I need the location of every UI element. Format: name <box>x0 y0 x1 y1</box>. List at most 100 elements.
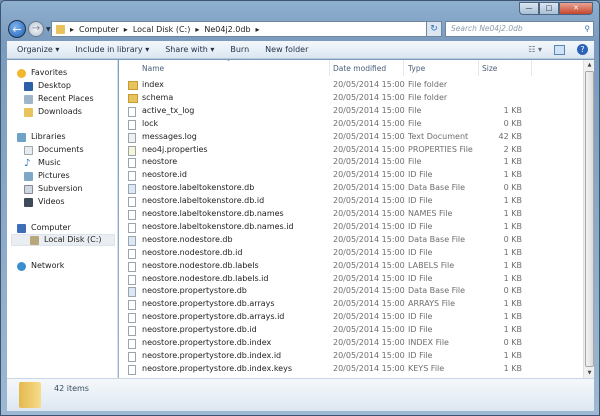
sidebar-item-recent-places[interactable]: Recent Places <box>24 93 94 105</box>
file-row[interactable]: neostore.labeltokenstore.db 20/05/2014 1… <box>119 182 584 195</box>
file-row[interactable]: neostore.propertystore.db.id 20/05/2014 … <box>119 324 584 337</box>
sidebar-item-pictures[interactable]: Pictures <box>24 170 70 182</box>
breadcrumb-computer[interactable]: Computer <box>79 25 119 34</box>
back-button[interactable]: ← <box>8 20 26 38</box>
sidebar-label: Downloads <box>38 107 82 116</box>
file-row[interactable]: neostore.nodestore.db.labels.id 20/05/20… <box>119 273 584 286</box>
file-icon <box>128 364 136 375</box>
minimize-button[interactable]: — <box>519 2 539 15</box>
close-button[interactable]: ✕ <box>559 2 593 15</box>
file-row[interactable]: neo4j.properties 20/05/2014 15:00 PROPER… <box>119 144 584 157</box>
sidebar-item-downloads[interactable]: Downloads <box>24 106 82 118</box>
file-row[interactable]: index 20/05/2014 15:00 File folder <box>119 79 584 92</box>
column-header-type[interactable]: Type <box>408 64 425 73</box>
file-row[interactable]: neostore.propertystore.db.index.id 20/05… <box>119 350 584 363</box>
sidebar-item-desktop[interactable]: Desktop <box>24 80 71 92</box>
file-date: 20/05/2014 15:00 <box>333 350 405 360</box>
file-icon <box>128 197 136 208</box>
file-size: 1 KB <box>503 325 522 335</box>
file-name: neostore.propertystore.db.index.keys <box>142 363 292 373</box>
share-with-button[interactable]: Share with ▾ <box>165 45 214 54</box>
column-header-size[interactable]: Size <box>482 64 497 73</box>
file-row[interactable]: neostore.propertystore.db.index 20/05/20… <box>119 337 584 350</box>
file-row[interactable]: schema 20/05/2014 15:00 File folder <box>119 92 584 105</box>
file-date: 20/05/2014 15:00 <box>333 131 405 141</box>
file-date: 20/05/2014 15:00 <box>333 92 405 102</box>
file-type: ID File <box>408 350 433 360</box>
help-icon[interactable]: ? <box>577 44 588 55</box>
breadcrumb-folder[interactable]: Ne04j2.0db <box>204 25 250 34</box>
file-row[interactable]: neostore.propertystore.db.arrays 20/05/2… <box>119 298 584 311</box>
file-row[interactable]: neostore.propertystore.db.arrays.id 20/0… <box>119 311 584 324</box>
scroll-down-arrow[interactable]: ▼ <box>584 368 594 378</box>
new-folder-button[interactable]: New folder <box>265 45 308 54</box>
file-icon <box>128 158 136 169</box>
forward-button[interactable]: → <box>28 21 44 37</box>
sidebar-label: Documents <box>38 145 84 154</box>
sidebar-label: Music <box>38 158 61 167</box>
star-icon <box>17 68 26 78</box>
include-in-library-button[interactable]: Include in library ▾ <box>75 45 149 54</box>
file-name: neostore.propertystore.db.arrays.id <box>142 312 285 322</box>
file-row[interactable]: neostore 20/05/2014 15:00 File 1 KB <box>119 156 584 169</box>
column-header-name[interactable]: Name <box>142 64 164 73</box>
column-header-date[interactable]: Date modified <box>333 64 386 73</box>
file-date: 20/05/2014 15:00 <box>333 273 405 283</box>
file-size: 1 KB <box>503 350 522 360</box>
sidebar-item-local-disk[interactable]: Local Disk (C:) <box>11 234 115 246</box>
file-type: File <box>408 157 422 167</box>
scrollbar-thumb[interactable] <box>585 71 594 367</box>
file-row[interactable]: neostore.nodestore.db.id 20/05/2014 15:0… <box>119 247 584 260</box>
file-size: 1 KB <box>503 312 522 322</box>
sidebar-item-videos[interactable]: Videos <box>24 196 65 208</box>
downloads-icon <box>24 107 33 117</box>
sidebar-item-computer[interactable]: Computer <box>17 222 71 234</box>
sidebar-item-music[interactable]: ♪ Music <box>24 157 61 169</box>
organize-button[interactable]: Organize ▾ <box>17 45 59 54</box>
burn-button[interactable]: Burn <box>230 45 249 54</box>
file-date: 20/05/2014 15:00 <box>333 144 405 154</box>
search-icon[interactable]: ⚲ <box>585 22 591 36</box>
file-row[interactable]: neostore.propertystore.db 20/05/2014 15:… <box>119 285 584 298</box>
file-row[interactable]: active_tx_log 20/05/2014 15:00 File 1 KB <box>119 105 584 118</box>
file-type: ID File <box>408 273 433 283</box>
address-bar[interactable]: ▸ Computer ▸ Local Disk (C:) ▸ Ne04j2.0d… <box>51 21 441 37</box>
file-row[interactable]: messages.log 20/05/2014 15:00 Text Docum… <box>119 131 584 144</box>
sidebar-item-documents[interactable]: Documents <box>24 144 84 156</box>
view-options-icon[interactable]: ☷ ▾ <box>528 45 542 54</box>
subversion-icon <box>24 184 33 194</box>
file-type: ARRAYS File <box>408 299 456 309</box>
file-row[interactable]: neostore.nodestore.db.labels 20/05/2014 … <box>119 260 584 273</box>
maximize-button[interactable]: □ <box>539 2 559 15</box>
file-type: ID File <box>408 325 433 335</box>
file-row[interactable]: neostore.labeltokenstore.db.names.id 20/… <box>119 221 584 234</box>
file-name: neo4j.properties <box>142 144 208 154</box>
vertical-scrollbar[interactable]: ▲ ▼ <box>583 60 594 378</box>
file-row[interactable]: neostore.nodestore.db 20/05/2014 15:00 D… <box>119 234 584 247</box>
file-name: lock <box>142 118 159 128</box>
file-row[interactable]: neostore.labeltokenstore.db.id 20/05/201… <box>119 195 584 208</box>
sidebar-item-favorites[interactable]: Favorites <box>17 67 67 79</box>
refresh-button[interactable]: ↻ <box>426 21 442 37</box>
file-type: ID File <box>408 170 433 180</box>
desktop-icon <box>24 81 33 91</box>
file-date: 20/05/2014 15:00 <box>333 338 405 347</box>
file-row[interactable]: neostore.labeltokenstore.db.names 20/05/… <box>119 208 584 221</box>
file-name: index <box>142 80 164 89</box>
recent-pages-dropdown[interactable]: ▼ <box>46 26 51 33</box>
preview-pane-icon[interactable] <box>554 44 565 55</box>
file-name: neostore.labeltokenstore.db <box>142 183 255 193</box>
scroll-up-arrow[interactable]: ▲ <box>584 60 594 70</box>
file-row[interactable]: neostore.propertystore.db.index.keys 20/… <box>119 363 584 376</box>
file-name: active_tx_log <box>142 105 195 115</box>
file-row[interactable]: neostore.id 20/05/2014 15:00 ID File 1 K… <box>119 169 584 182</box>
file-icon <box>128 222 136 233</box>
navigation-pane: Favorites Desktop Recent Places Download… <box>7 60 118 378</box>
file-name: schema <box>142 92 174 102</box>
file-row[interactable]: lock 20/05/2014 15:00 File 0 KB <box>119 118 584 131</box>
sidebar-item-network[interactable]: Network <box>17 260 64 272</box>
search-input[interactable]: Search Ne04j2.0db ⚲ <box>445 21 594 37</box>
breadcrumb-local-disk[interactable]: Local Disk (C:) <box>133 25 191 34</box>
sidebar-item-subversion[interactable]: Subversion <box>24 183 83 195</box>
sidebar-item-libraries[interactable]: Libraries <box>17 131 66 143</box>
